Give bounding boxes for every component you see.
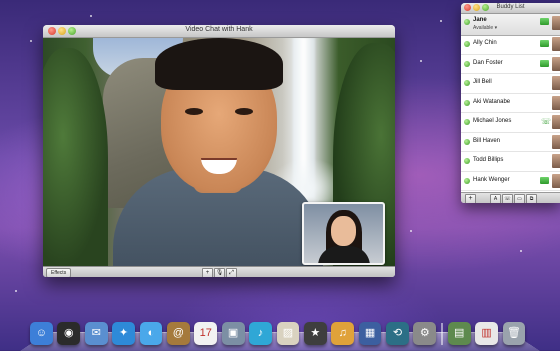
star — [15, 290, 17, 292]
video-camera-icon[interactable] — [540, 59, 549, 67]
finder-icon[interactable]: ☺ — [30, 322, 53, 345]
status-dropdown[interactable]: Available ▾ — [473, 25, 497, 31]
screen-sharing-button[interactable]: ⧉ — [526, 194, 537, 203]
available-status-icon — [464, 138, 470, 145]
available-status-icon — [464, 19, 470, 25]
buddy-row[interactable]: Jill Bell — [461, 74, 560, 94]
buddy-name: Todd Billips — [473, 157, 504, 163]
window-title: Buddy List — [496, 4, 525, 10]
spaces-icon[interactable]: ▦ — [358, 322, 382, 345]
address-book-icon[interactable]: @ — [166, 322, 190, 345]
avatar — [552, 173, 560, 188]
buddy-row[interactable]: Aki Watanabe — [461, 94, 560, 113]
local-video-preview[interactable] — [302, 202, 385, 265]
buddy-list-window: Buddy List Jane Available ▾ Ally Chin Dan… — [461, 3, 560, 203]
buddy-name: Bill Haven — [473, 137, 501, 144]
buddy-row[interactable]: Dan Foster — [461, 55, 560, 74]
available-status-icon — [464, 177, 470, 184]
call-controls: + 🎙 ⤢ — [202, 268, 238, 277]
photos-stack-icon[interactable]: ▤ — [447, 322, 471, 345]
my-status-row[interactable]: Jane Available ▾ — [461, 14, 560, 36]
buddy-name: Ally Chin — [473, 40, 497, 46]
fullscreen-button[interactable]: ⤢ — [226, 268, 237, 277]
available-status-icon — [464, 99, 470, 106]
window-title: Video Chat with Hank — [185, 26, 253, 33]
buddy-row[interactable]: Hank Wenger — [461, 172, 560, 191]
video-chat-toolbar: Effects + 🎙 ⤢ — [43, 266, 395, 277]
buddy-name: Hank Wenger — [473, 176, 510, 183]
eye — [235, 108, 253, 115]
effects-button[interactable]: Effects — [46, 268, 72, 277]
buddy-row[interactable]: Ally Chin — [461, 35, 560, 55]
system-preferences-icon[interactable]: ⚙ — [413, 322, 437, 345]
avatar — [552, 76, 560, 90]
buddy-name: Dan Foster — [473, 59, 503, 66]
buddy-name: Jill Bell — [473, 79, 492, 85]
remote-video-feed — [43, 38, 395, 266]
star — [420, 60, 422, 62]
person-hair — [155, 38, 283, 90]
star — [520, 250, 522, 252]
preview-icon[interactable]: ▣ — [221, 322, 245, 345]
buddy-row[interactable]: Bill Haven — [461, 133, 560, 152]
tree — [43, 48, 108, 266]
buddy-list-tools: A ☏ ▭ ⧉ — [490, 194, 538, 203]
buddy-list-bottom-bar: + A ☏ ▭ ⧉ — [461, 192, 560, 203]
avatar[interactable] — [552, 16, 560, 30]
available-status-icon — [464, 119, 470, 125]
mute-button[interactable]: 🎙 — [214, 268, 225, 277]
trash-icon[interactable]: 🗑 — [502, 322, 526, 345]
eye — [185, 108, 203, 115]
audio-chat-button[interactable]: ☏ — [502, 194, 513, 203]
star — [410, 230, 412, 232]
video-chat-titlebar[interactable]: Video Chat with Hank — [43, 25, 395, 38]
safari-icon[interactable]: ✦ — [112, 322, 135, 345]
dock-separator — [440, 323, 443, 345]
time-machine-icon[interactable]: ⟲ — [386, 322, 409, 345]
star — [90, 15, 92, 17]
video-chat-button[interactable]: ▭ — [514, 194, 525, 203]
avatar — [552, 134, 560, 149]
preview-body — [318, 246, 370, 263]
imovie-icon[interactable]: ★ — [303, 322, 327, 345]
avatar — [552, 56, 560, 71]
dashboard-icon[interactable]: ◉ — [57, 322, 81, 345]
available-status-icon — [464, 158, 470, 164]
avatar — [552, 95, 560, 110]
buddy-row[interactable]: Michael Jones ☏ — [461, 113, 560, 133]
star — [440, 20, 442, 22]
preview-face — [331, 216, 356, 246]
buddy-name: Aki Watanabe — [473, 98, 511, 105]
mail-icon[interactable]: ✉ — [84, 322, 108, 345]
iphoto-icon[interactable]: ▨ — [276, 322, 300, 345]
avatar — [552, 154, 560, 168]
add-buddy-button[interactable]: + — [465, 194, 476, 203]
avatar — [552, 115, 560, 129]
itunes-icon[interactable]: ♪ — [249, 322, 272, 345]
available-status-icon — [464, 60, 470, 67]
available-status-icon — [464, 41, 470, 47]
my-name: Jane — [473, 17, 487, 23]
add-participant-button[interactable]: + — [202, 268, 213, 277]
avatar — [552, 37, 560, 51]
text-chat-button[interactable]: A — [490, 194, 501, 203]
ichat-icon[interactable]: ◐ — [139, 322, 163, 345]
dock: ☺ ◉ ✉ ✦ ◐ @17 ▣ ♪ ▨ ★ ♫ ▦ ⟲ ⚙ ▤ ▥ 🗑 — [30, 315, 530, 345]
video-camera-icon[interactable] — [540, 40, 549, 47]
buddy-list-titlebar[interactable]: Buddy List — [461, 3, 560, 14]
ical-icon[interactable]: 17 — [194, 322, 218, 345]
phone-icon[interactable]: ☏ — [541, 117, 551, 126]
video-chat-window: Video Chat with Hank Effects + 🎙 ⤢ — [43, 25, 395, 277]
video-camera-icon[interactable] — [540, 176, 549, 184]
garageband-icon[interactable]: ♫ — [331, 322, 355, 345]
star — [30, 40, 32, 42]
buddy-name: Michael Jones — [473, 118, 512, 124]
available-status-icon — [464, 80, 470, 86]
buddy-row[interactable]: Todd Billips — [461, 152, 560, 172]
documents-stack-icon[interactable]: ▥ — [475, 322, 499, 345]
video-camera-icon — [540, 18, 549, 25]
buddy-list: Ally Chin Dan Foster Jill Bell Aki Watanabe… — [461, 35, 560, 203]
